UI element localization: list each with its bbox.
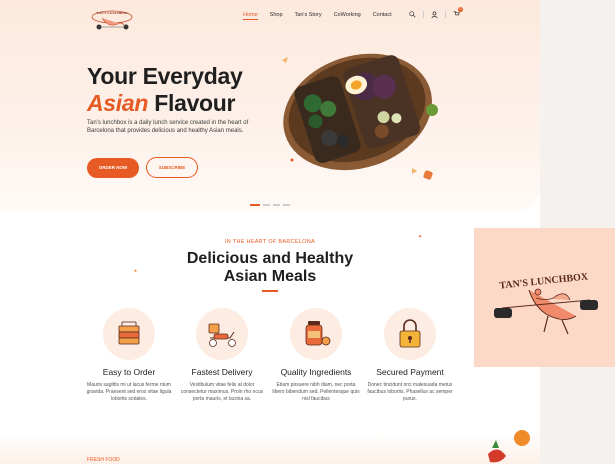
nav-shop[interactable]: Shop [270, 12, 283, 20]
lunchbox-icon [118, 321, 140, 345]
feature-description: Vestibulum vitae felis at dolor consecte… [180, 382, 264, 402]
feature-description: Mauris sagittis mi ut lacus ferme ntum g… [86, 382, 172, 402]
section-title: Delicious and Healthy Asian Meals [0, 250, 540, 286]
next-section-kicker: FRESH FOOD [87, 457, 120, 463]
header-icons: 0 [409, 7, 463, 19]
feature-icon-circle [196, 308, 248, 360]
decorative-star: ✦ [133, 269, 139, 275]
brand-logo-large: TAN'S LUNCHBOX [494, 271, 598, 335]
nav-tans-story[interactable]: Tan's Story [295, 12, 322, 20]
slider-dots [250, 204, 290, 206]
logo-showcase-card: TAN'S LUNCHBOX [474, 228, 615, 367]
slide-dot-3[interactable] [273, 204, 280, 206]
section-kicker: IN THE HEART OF BARCELONA [224, 239, 316, 245]
divider [423, 11, 424, 18]
slide-dot-1[interactable] [250, 204, 260, 206]
nav-home[interactable]: Home [243, 12, 258, 20]
nav-contact[interactable]: Contact [373, 12, 392, 20]
padlock-icon [399, 319, 421, 348]
scooter-icon [208, 323, 236, 347]
feature-icon-circle [384, 308, 436, 360]
hero-description: Tan's lunchbox is a daily lunch service … [87, 120, 249, 134]
next-section-band [0, 432, 540, 464]
feature-description: Etiam posuere nibh diam, nec porta liber… [272, 382, 360, 402]
order-now-button[interactable]: ORDER NOW [87, 158, 139, 178]
feature-title: Quality Ingredients [280, 367, 352, 377]
feature-description: Donec tincidunt orci malesuada metus fau… [367, 382, 453, 402]
logo-card-text: TAN'S LUNCHBOX [499, 271, 589, 291]
slide-dot-4[interactable] [283, 204, 290, 206]
brand-logo[interactable]: TAN'S LUNCHBOX [88, 6, 136, 34]
section-underline [262, 290, 278, 292]
feature-secured-payment: Secured Payment Donec tincidunt orci mal… [365, 308, 455, 403]
search-icon[interactable] [409, 11, 416, 18]
section-title-line1: Delicious and Healthy [186, 250, 354, 267]
feature-title: Easy to Order [102, 367, 156, 377]
user-icon[interactable] [431, 11, 438, 18]
subscribe-button[interactable]: SUBSCRIBE [146, 157, 198, 178]
jar-icon [305, 321, 331, 346]
divider [445, 11, 446, 18]
nav-coworking[interactable]: CoWorking [334, 12, 361, 20]
decorative-star: ✦ [418, 234, 423, 240]
hero-title-line1: Your Everyday [87, 63, 243, 89]
landing-page: TAN'S LUNCHBOX Home Shop Tan's Story CoW… [0, 0, 540, 464]
feature-icon-circle [290, 308, 342, 360]
lunchbox-hero-image [282, 53, 438, 174]
feature-title: Fastest Delivery [191, 367, 253, 377]
section-title-line2: Asian Meals [223, 268, 317, 285]
main-nav: Home Shop Tan's Story CoWorking Contact [243, 12, 392, 20]
hero-title-accent: Asian [87, 90, 149, 116]
slide-dot-2[interactable] [263, 204, 270, 206]
feature-fastest-delivery: Fastest Delivery Vestibulum vitae felis … [177, 308, 267, 403]
cart-button[interactable]: 0 [453, 7, 463, 19]
cart-count-badge: 0 [458, 7, 463, 12]
hero-section: TAN'S LUNCHBOX Home Shop Tan's Story CoW… [0, 0, 540, 212]
feature-easy-to-order: Easy to Order Mauris sagittis mi ut lacu… [84, 308, 174, 403]
decorative-vegetables [488, 430, 530, 463]
svg-text:TAN'S LUNCHBOX: TAN'S LUNCHBOX [96, 11, 128, 15]
feature-title: Secured Payment [376, 367, 444, 377]
hero-title-line2: Asian Flavour [87, 90, 236, 117]
feature-quality-ingredients: Quality Ingredients Etiam posuere nibh d… [271, 308, 361, 403]
feature-icon-circle [103, 308, 155, 360]
hero-title-rest: Flavour [154, 90, 236, 116]
